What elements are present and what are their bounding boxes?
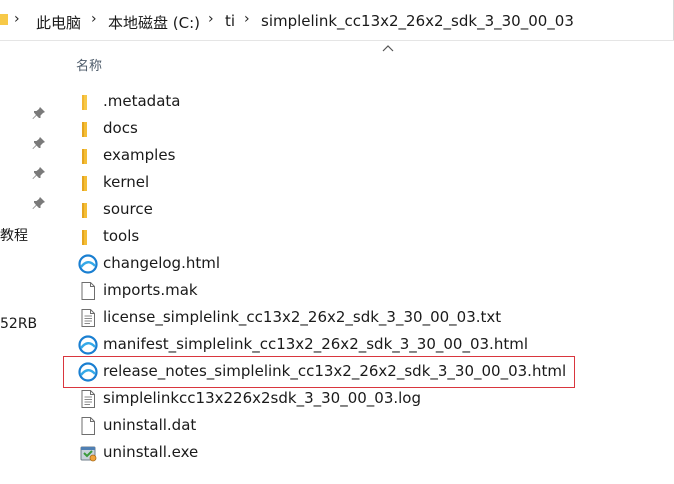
file-name: license_simplelink_cc13x2_26x2_sdk_3_30_… [103,308,502,326]
browser-html-icon [78,254,98,274]
nav-item-label[interactable]: 52RB [0,316,37,332]
file-name: tools [103,227,140,245]
file-name: uninstall.exe [103,443,199,461]
breadcrumb-chevron-icon: › [208,11,214,27]
folder-icon [82,149,87,164]
sort-ascending-icon [382,45,394,52]
list-item[interactable]: imports.mak [76,277,636,304]
list-item[interactable]: examples [76,142,636,169]
breadcrumb-chevron-icon: › [14,11,20,27]
list-item[interactable]: uninstall.exe [76,439,636,466]
file-name: examples [103,146,176,164]
text-file-icon [81,390,95,408]
folder-icon [82,176,87,191]
list-item[interactable]: uninstall.dat [76,412,636,439]
pin-icon[interactable] [32,106,46,120]
list-item[interactable]: changelog.html [76,250,636,277]
list-item[interactable]: kernel [76,169,636,196]
text-file-icon [81,309,95,327]
file-name: release_notes_simplelink_cc13x2_26x2_sdk… [103,362,567,380]
blank-file-icon [81,417,95,435]
file-name: manifest_simplelink_cc13x2_26x2_sdk_3_30… [103,335,528,353]
list-item[interactable]: simplelinkcc13x226x2sdk_3_30_00_03.log [76,385,636,412]
navigation-pane: 教程 52RB [0,41,58,484]
blank-file-icon [81,282,95,300]
nav-item-label[interactable]: 教程 [0,225,28,245]
folder-icon [82,122,87,137]
column-header-name[interactable]: 名称 [76,55,102,74]
list-item[interactable]: manifest_simplelink_cc13x2_26x2_sdk_3_30… [76,331,636,358]
file-name: source [103,200,153,218]
breadcrumb-sdk-folder[interactable]: simplelink_cc13x2_26x2_sdk_3_30_00_03 [261,12,574,30]
address-bar[interactable]: › 此电脑 › 本地磁盘 (C:) › ti › simplelink_cc13… [0,0,674,41]
file-name: .metadata [103,92,181,110]
folder-icon [82,203,87,218]
pin-icon[interactable] [32,166,46,180]
file-name: docs [103,119,138,137]
list-item[interactable]: license_simplelink_cc13x2_26x2_sdk_3_30_… [76,304,636,331]
breadcrumb-chevron-icon: › [244,11,250,27]
list-item[interactable]: .metadata [76,88,636,115]
file-name: changelog.html [103,254,221,272]
list-item-highlighted[interactable]: release_notes_simplelink_cc13x2_26x2_sdk… [76,358,636,385]
breadcrumb-local-disk[interactable]: 本地磁盘 (C:) [108,12,200,33]
breadcrumb-ti[interactable]: ti [225,12,235,30]
folder-icon [82,95,87,110]
browser-html-icon [78,362,98,382]
file-name: uninstall.dat [103,416,197,434]
list-item[interactable]: source [76,196,636,223]
folder-icon [0,14,8,25]
file-name: imports.mak [103,281,198,299]
file-name: simplelinkcc13x226x2sdk_3_30_00_03.log [103,389,422,407]
pin-icon[interactable] [32,196,46,210]
file-list: .metadata docs examples kernel source to… [76,88,636,466]
pin-icon[interactable] [32,136,46,150]
file-name: kernel [103,173,150,191]
list-item[interactable]: tools [76,223,636,250]
breadcrumb-this-pc[interactable]: 此电脑 [36,12,81,33]
folder-icon [82,230,87,245]
browser-html-icon [78,335,98,355]
list-item[interactable]: docs [76,115,636,142]
installer-exe-icon [80,446,97,462]
breadcrumb-chevron-icon: › [91,11,97,27]
